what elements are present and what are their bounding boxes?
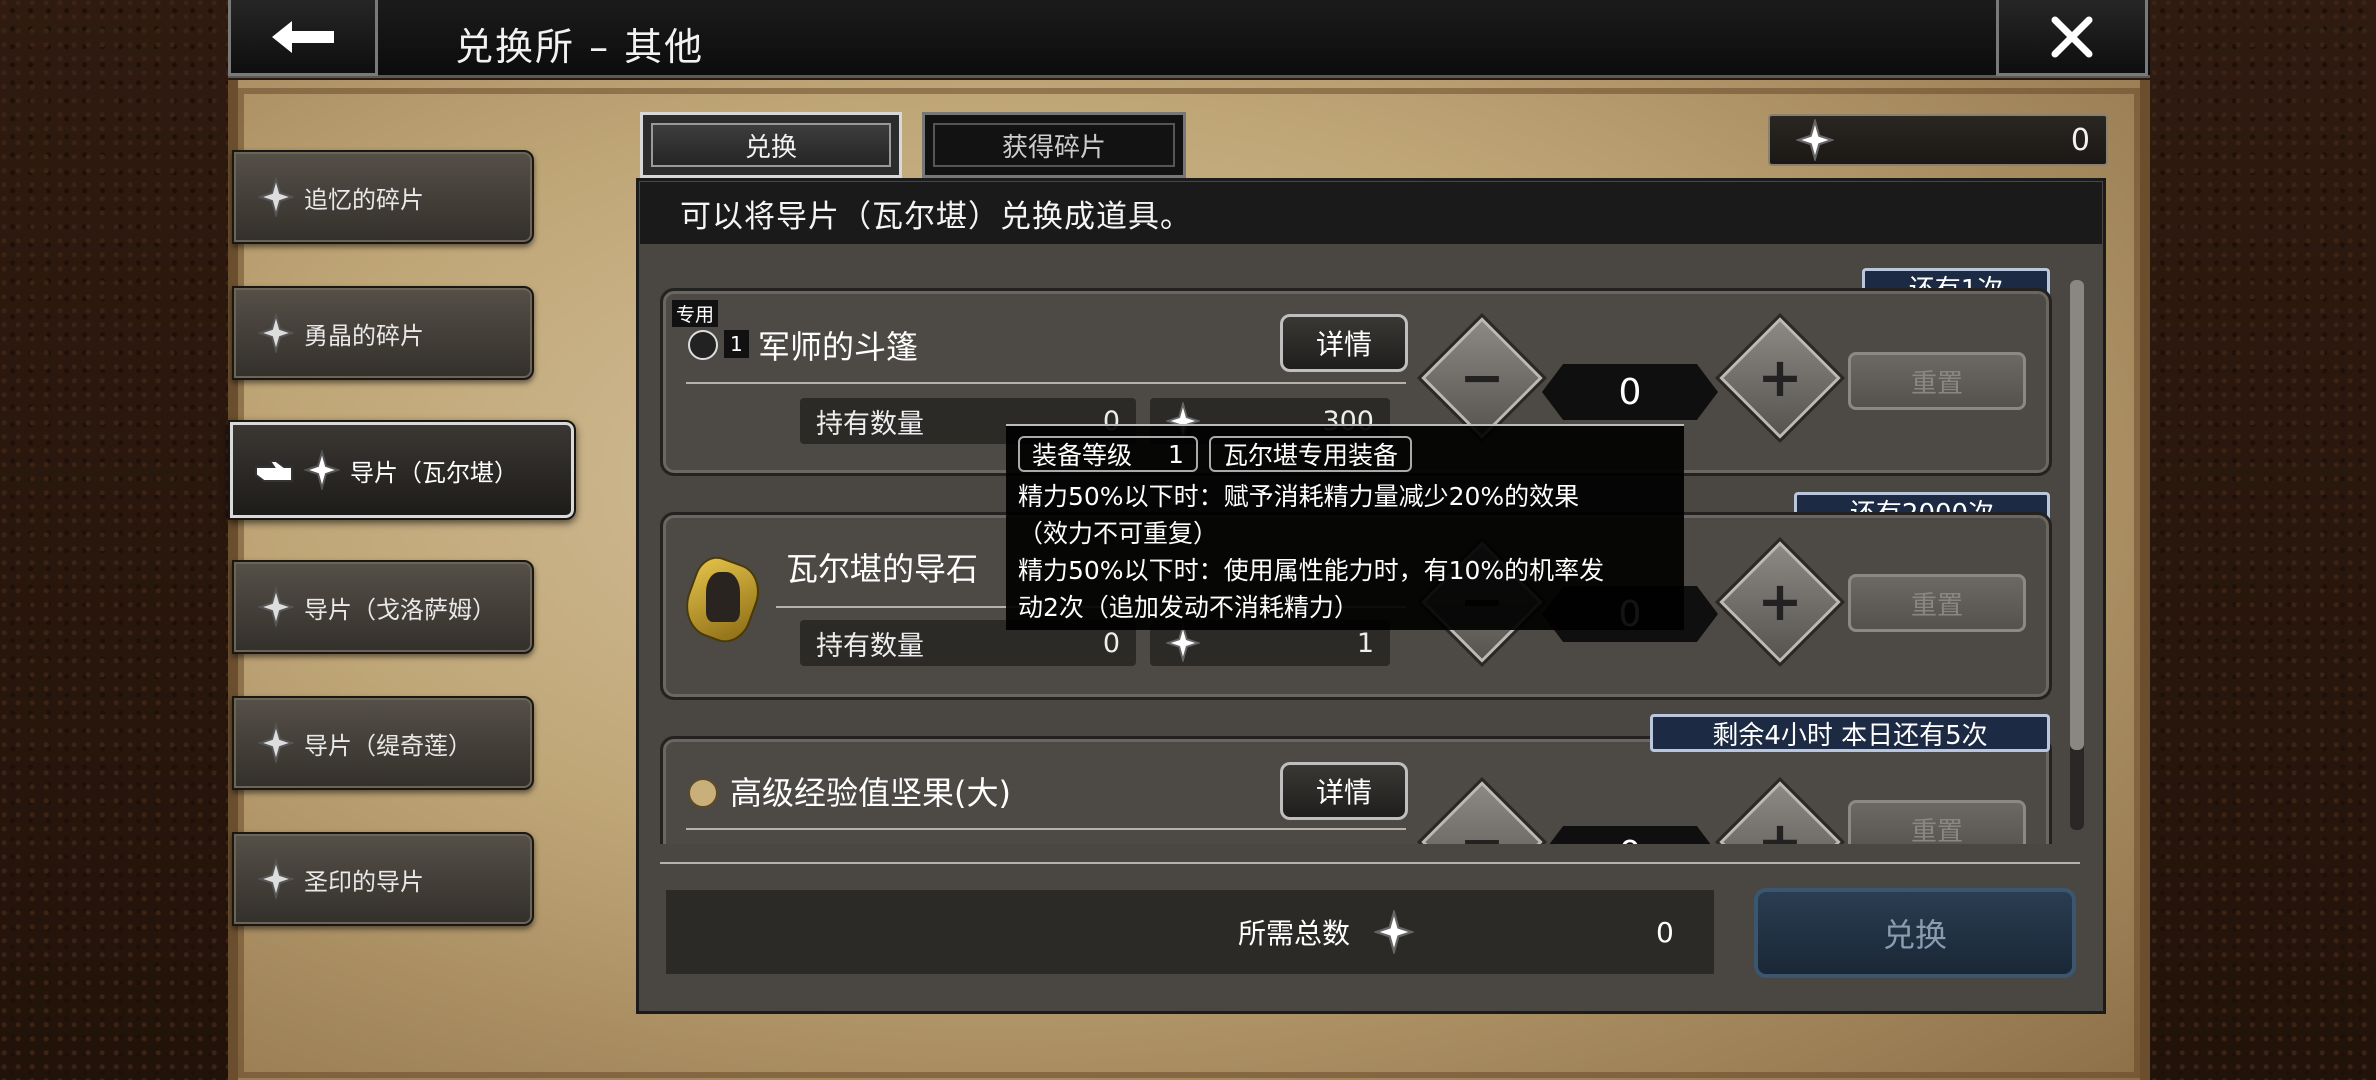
tab-label: 获得碎片 (1001, 132, 1106, 163)
quantity-display: 0 (1542, 364, 1718, 420)
tooltip-line: 精力50%以下时：使用属性能力时，有10%的机率发 (1018, 556, 1605, 585)
shard-diamond-icon (258, 177, 294, 217)
cloak-icon (688, 330, 718, 360)
back-button[interactable] (228, 0, 378, 76)
tooltip-line: （效力不可重复） (1018, 519, 1219, 548)
tooltip-line: 精力50%以下时：赋予消耗精力量减少20%的效果 (1018, 482, 1580, 511)
page-title: 兑换所 – 其他 (455, 25, 705, 69)
item-name: 高级经验值坚果(大) (730, 774, 1011, 812)
sidebar-item-label: 导片（戈洛萨姆） (304, 595, 496, 624)
nut-icon (688, 778, 718, 808)
exclusive-equip-tag: 瓦尔堪专用装备 (1209, 436, 1413, 472)
exchange-button[interactable]: 兑换 (1754, 888, 2076, 978)
left-background (0, 0, 228, 1080)
exclusive-tag: 专用 (672, 300, 719, 327)
level-tag: 1 (724, 330, 749, 358)
reset-button[interactable]: 重置 (1848, 800, 2026, 844)
plus-icon: + (1757, 570, 1803, 633)
sidebar-item-brave-crystal-shard[interactable]: 勇晶的碎片 (232, 286, 534, 380)
close-button[interactable] (1996, 0, 2148, 76)
tab-exchange[interactable]: 兑换 (640, 112, 902, 178)
cost-value: 1 (1356, 627, 1374, 659)
equip-level-value: 1 (1168, 439, 1184, 469)
sidebar-item-label: 圣印的导片 (304, 867, 424, 896)
scrollbar-thumb[interactable] (2070, 280, 2084, 750)
tab-label: 兑换 (744, 132, 797, 163)
sidebar-item-label: 勇晶的碎片 (304, 321, 424, 350)
detail-button[interactable]: 详情 (1280, 762, 1408, 820)
minus-icon: − (1459, 810, 1505, 844)
shard-diamond-icon (258, 313, 294, 353)
item-divider (686, 828, 1406, 830)
currency-display: 0 (1768, 114, 2108, 166)
hold-value: 0 (1102, 627, 1120, 659)
quantity-display: 0 (1542, 826, 1718, 844)
footer-divider (660, 862, 2080, 864)
plus-icon: + (1757, 810, 1803, 844)
panel-description: 可以将导片（瓦尔堪）兑换成道具。 (640, 182, 2102, 244)
reset-button[interactable]: 重置 (1848, 574, 2026, 632)
currency-value: 0 (2070, 122, 2090, 158)
item-divider (686, 382, 1406, 384)
sidebar-item-holy-seal-guide[interactable]: 圣印的导片 (232, 832, 534, 926)
equip-level-tag: 装备等级 1 (1018, 436, 1198, 472)
shard-diamond-icon (258, 723, 294, 763)
plus-icon: + (1757, 346, 1803, 409)
equip-level-label: 装备等级 (1032, 441, 1133, 470)
back-arrow-icon (272, 20, 334, 53)
shard-diamond-icon (304, 450, 340, 490)
sidebar-item-label: 导片（瓦尔堪） (350, 458, 518, 487)
minus-icon: − (1459, 346, 1505, 409)
item-name: 瓦尔堪的导石 (786, 550, 979, 588)
sidebar-item-guide-golosam[interactable]: 导片（戈洛萨姆） (232, 560, 534, 654)
sidebar-item-guide-tikilen[interactable]: 导片（缇奇莲） (232, 696, 534, 790)
hold-label: 持有数量 (816, 408, 924, 440)
character-portrait-icon (706, 572, 740, 622)
shard-diamond-icon (1374, 910, 1414, 954)
sidebar-item-memory-shard[interactable]: 追忆的碎片 (232, 150, 534, 244)
sidebar-item-guide-vulcan[interactable]: 导片（瓦尔堪） (228, 420, 576, 520)
item-name: 军师的斗篷 (758, 328, 919, 366)
reset-button[interactable]: 重置 (1848, 352, 2026, 410)
equipment-tooltip: 装备等级 1 瓦尔堪专用装备 精力50%以下时：赋予消耗精力量减少20%的效果 … (1006, 424, 1684, 630)
detail-button[interactable]: 详情 (1280, 314, 1408, 372)
remaining-badge: 剩余4小时 本日还有5次 (1650, 714, 2050, 752)
total-label: 所需总数 (1238, 917, 1351, 950)
total-required-box: 所需总数 0 (666, 890, 1714, 974)
hold-label: 持有数量 (816, 630, 924, 662)
tab-obtain-shards[interactable]: 获得碎片 (922, 112, 1186, 178)
pointing-hand-icon (255, 460, 293, 482)
sidebar-item-label: 追忆的碎片 (304, 185, 424, 214)
right-background (2150, 0, 2376, 1080)
total-value: 0 (1656, 915, 1674, 949)
tooltip-line: 动2次（追加发动不消耗精力） (1018, 593, 1359, 622)
scrollbar[interactable] (2070, 280, 2084, 830)
sidebar-item-label: 导片（缇奇莲） (304, 731, 472, 760)
shard-diamond-icon (1796, 119, 1834, 161)
shard-diamond-icon (258, 859, 294, 899)
close-icon (2051, 16, 2093, 57)
shard-diamond-icon (258, 587, 294, 627)
